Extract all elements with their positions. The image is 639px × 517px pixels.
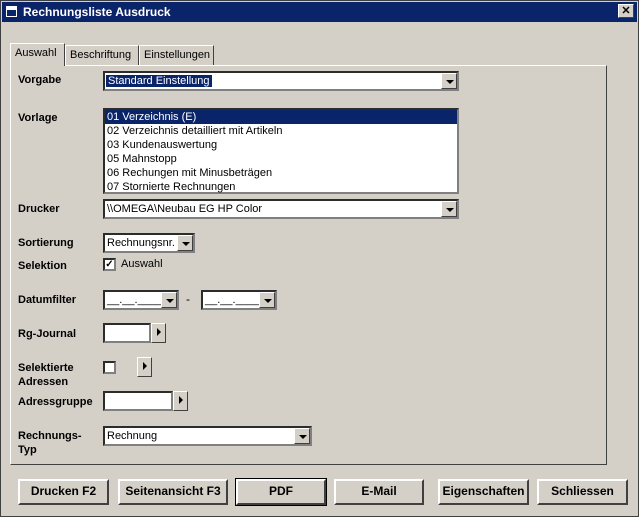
date-separator: - xyxy=(186,292,190,306)
selektierte-adressen-checkbox[interactable] xyxy=(103,361,116,374)
title-bar[interactable]: Rechnungsliste Ausdruck ✕ xyxy=(2,2,637,22)
list-item[interactable]: 05 Mahnstopp xyxy=(105,152,457,166)
tab-label: Einstellungen xyxy=(144,49,211,61)
chevron-right-icon xyxy=(157,328,161,336)
drucker-value: \\OMEGA\Neubau EG HP Color xyxy=(107,203,263,215)
datumfilter-label: Datumfilter xyxy=(18,294,77,306)
chevron-right-icon xyxy=(179,396,183,404)
rg-journal-expand-button[interactable] xyxy=(151,323,166,343)
vorlage-listbox[interactable]: 01 Verzeichnis (E) 02 Verzeichnis detail… xyxy=(103,108,459,194)
drucker-label: Drucker xyxy=(18,203,60,215)
date-to-value: __.__.____ xyxy=(205,294,261,306)
rechnungs-typ-label-line2: Typ xyxy=(18,444,37,456)
date-from-value: __.__.____ xyxy=(107,294,163,306)
dropdown-button[interactable] xyxy=(441,73,457,89)
list-item[interactable]: 06 Rechungen mit Minusbeträgen xyxy=(105,166,457,180)
seitenansicht-button[interactable]: Seitenansicht F3 xyxy=(118,479,228,505)
selektierte-adressen-label-line2: Adressen xyxy=(18,376,69,388)
vorlage-label: Vorlage xyxy=(18,112,58,124)
list-item[interactable]: 07 Stornierte Rechnungen xyxy=(105,180,457,194)
window-icon xyxy=(6,6,17,17)
close-icon: ✕ xyxy=(621,5,631,17)
dropdown-button[interactable] xyxy=(294,428,310,444)
tab-beschriftung[interactable]: Beschriftung xyxy=(65,45,139,65)
list-item[interactable]: 02 Verzeichnis detailliert mit Artikeln xyxy=(105,124,457,138)
date-to-picker[interactable]: __.__.____ xyxy=(201,290,277,310)
adressgruppe-label: Adressgruppe xyxy=(18,396,93,408)
vorgabe-value: Standard Einstellung xyxy=(106,75,212,87)
close-button[interactable]: ✕ xyxy=(618,4,634,18)
drucker-dropdown[interactable]: \\OMEGA\Neubau EG HP Color xyxy=(103,199,459,219)
adressgruppe-expand-button[interactable] xyxy=(173,391,188,411)
rechnungs-typ-value: Rechnung xyxy=(107,430,158,442)
date-from-picker[interactable]: __.__.____ xyxy=(103,290,179,310)
rechnungs-typ-dropdown[interactable]: Rechnung xyxy=(103,426,312,446)
selektion-label: Selektion xyxy=(18,260,67,272)
chevron-down-icon xyxy=(182,242,190,246)
selektierte-adressen-expand-button[interactable] xyxy=(137,357,152,377)
chevron-down-icon xyxy=(299,435,307,439)
adressgruppe-input[interactable] xyxy=(103,391,173,411)
dropdown-button[interactable] xyxy=(441,201,457,217)
chevron-down-icon xyxy=(166,299,174,303)
schliessen-button[interactable]: Schliessen xyxy=(537,479,628,505)
rg-journal-input[interactable] xyxy=(103,323,151,343)
eigenschaften-button[interactable]: Eigenschaften xyxy=(438,479,529,505)
rg-journal-label: Rg-Journal xyxy=(18,328,77,340)
drucken-button[interactable]: Drucken F2 xyxy=(18,479,109,505)
vorgabe-label: Vorgabe xyxy=(18,74,62,86)
auswahl-checkbox[interactable]: ✓ xyxy=(103,258,116,271)
vorgabe-dropdown[interactable]: Standard Einstellung xyxy=(103,71,459,91)
dropdown-button[interactable] xyxy=(177,235,193,251)
dropdown-button[interactable] xyxy=(161,292,177,308)
check-icon: ✓ xyxy=(105,259,114,270)
sortierung-label: Sortierung xyxy=(18,237,74,249)
list-item[interactable]: 01 Verzeichnis (E) xyxy=(105,110,457,124)
email-button[interactable]: E-Mail xyxy=(334,479,424,505)
chevron-down-icon xyxy=(264,299,272,303)
sortierung-value: Rechnungsnr. xyxy=(107,237,175,249)
sortierung-dropdown[interactable]: Rechnungsnr. xyxy=(103,233,195,253)
tab-label: Auswahl xyxy=(15,47,57,59)
rechnungs-typ-label: Rechnungs- xyxy=(18,430,82,442)
dialog-window: Rechnungsliste Ausdruck ✕ Auswahl Beschr… xyxy=(0,0,639,517)
chevron-down-icon xyxy=(446,208,454,212)
selektierte-adressen-label: Selektierte xyxy=(18,362,74,374)
tab-auswahl[interactable]: Auswahl xyxy=(10,43,65,66)
pdf-button[interactable]: PDF xyxy=(235,478,327,506)
window-title: Rechnungsliste Ausdruck xyxy=(23,5,171,19)
dropdown-button[interactable] xyxy=(259,292,275,308)
auswahl-checkbox-label[interactable]: Auswahl xyxy=(121,258,163,270)
chevron-right-icon xyxy=(143,362,147,370)
tab-einstellungen[interactable]: Einstellungen xyxy=(139,45,214,65)
chevron-down-icon xyxy=(446,80,454,84)
list-item[interactable]: 03 Kundenauswertung xyxy=(105,138,457,152)
tab-label: Beschriftung xyxy=(70,49,132,61)
